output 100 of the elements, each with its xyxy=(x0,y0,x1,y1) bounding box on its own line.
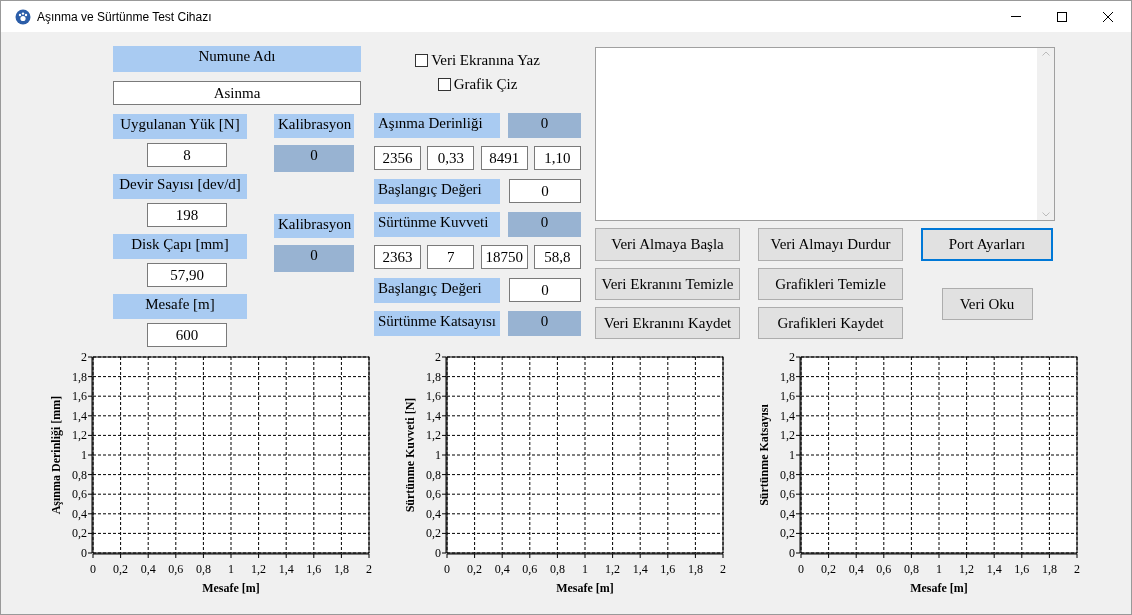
tick-label: 1 xyxy=(228,562,234,576)
calibration-value: 0 xyxy=(274,245,354,272)
measurement-value: 0 xyxy=(508,212,581,237)
action-button[interactable]: Grafikleri Temizle xyxy=(758,268,903,300)
maximize-icon xyxy=(1057,11,1067,22)
axis-title: Mesafe [m] xyxy=(556,581,614,595)
checkbox[interactable]: Grafik Çiz xyxy=(437,74,518,94)
tick-label: 0 xyxy=(789,546,795,560)
axis-title: Mesafe [m] xyxy=(202,581,260,595)
parameter-field[interactable]: 600 xyxy=(147,323,227,347)
axis-title: Mesafe [m] xyxy=(910,581,968,595)
action-button[interactable]: Veri Ekranını Temizle xyxy=(595,268,740,300)
tick-label: 1,6 xyxy=(1014,562,1030,576)
tick-label: 1,4 xyxy=(278,562,294,576)
tick-label: 0,2 xyxy=(426,526,441,541)
baseline-field[interactable]: 0 xyxy=(509,179,581,203)
parameter-field[interactable]: 57,90 xyxy=(147,263,227,287)
scrollbar[interactable] xyxy=(1037,48,1054,220)
tick-label: 0,8 xyxy=(426,467,441,482)
tick-label: 0,8 xyxy=(72,467,87,482)
tick-label: 0,6 xyxy=(876,562,892,576)
reading-field[interactable]: 18750 xyxy=(480,245,528,269)
tick-label: 2 xyxy=(435,351,441,364)
action-button[interactable]: Grafikleri Kaydet xyxy=(758,307,903,339)
coefficient-value: 0 xyxy=(508,311,581,336)
tick-label: 0,8 xyxy=(195,562,211,576)
tick-label: 1,6 xyxy=(660,562,676,576)
tick-label: 1,8 xyxy=(687,562,703,576)
tick-label: 1,4 xyxy=(426,408,441,423)
app-icon xyxy=(15,8,31,25)
tick-label: 1,8 xyxy=(72,369,87,384)
window-title: Aşınma ve Sürtünme Test Cihazı xyxy=(37,8,212,26)
axis-title: Aşınma Derinliği [mm] xyxy=(49,395,63,515)
tick-label: 2 xyxy=(366,562,372,576)
baseline-label: Başlangıç Değeri xyxy=(374,278,500,303)
calibration-label: Kalibrasyon xyxy=(274,214,354,238)
measurement-label: Aşınma Derinliği xyxy=(374,113,500,138)
parameter-label: Uygulanan Yük [N] xyxy=(113,114,247,139)
action-button[interactable]: Veri Oku xyxy=(941,288,1033,320)
parameter-label: Disk Çapı [mm] xyxy=(113,234,247,259)
tick-label: 0 xyxy=(798,562,804,576)
parameter-label: Devir Sayısı [dev/d] xyxy=(113,174,247,199)
tick-label: 0 xyxy=(444,562,450,576)
action-button[interactable]: Veri Ekranını Kaydet xyxy=(595,307,740,339)
tick-label: 0,2 xyxy=(72,526,87,541)
tick-label: 1,8 xyxy=(333,562,349,576)
tick-label: 0,6 xyxy=(780,487,795,502)
tick-label: 2 xyxy=(81,351,87,364)
tick-label: 1 xyxy=(789,448,795,462)
tick-label: 0,2 xyxy=(467,562,483,576)
reading-field[interactable]: 2356 xyxy=(374,146,421,170)
axis-title: Sürtünme Kuvveti [N] xyxy=(403,397,417,513)
checkbox[interactable]: Veri Ekranına Yaz xyxy=(415,50,540,70)
tick-label: 1,2 xyxy=(251,562,267,576)
tick-label: 0 xyxy=(435,546,441,560)
measurement-label: Sürtünme Kuvveti xyxy=(374,212,500,237)
reading-field[interactable]: 8491 xyxy=(480,146,528,170)
reading-field[interactable]: 0,33 xyxy=(427,146,475,170)
tick-label: 0,2 xyxy=(821,562,837,576)
reading-field[interactable]: 1,10 xyxy=(534,146,581,170)
scroll-down-icon xyxy=(1041,212,1050,217)
parameter-field[interactable]: 198 xyxy=(147,203,227,227)
tick-label: 0,8 xyxy=(903,562,919,576)
data-text-area[interactable] xyxy=(595,47,1055,221)
measurement-value: 0 xyxy=(508,113,581,138)
action-button[interactable]: Veri Almayı Durdur xyxy=(758,228,903,261)
tick-label: 1,6 xyxy=(426,389,441,404)
action-button[interactable]: Port Ayarları xyxy=(921,228,1053,261)
calibration-label: Kalibrasyon xyxy=(274,114,354,138)
tick-label: 0,4 xyxy=(494,562,510,576)
tick-label: 0 xyxy=(81,546,87,560)
tick-label: 1,6 xyxy=(306,562,322,576)
baseline-field[interactable]: 0 xyxy=(509,278,581,302)
tick-label: 0,6 xyxy=(168,562,184,576)
tick-label: 1 xyxy=(81,448,87,462)
reading-field[interactable]: 7 xyxy=(427,245,475,269)
tick-label: 0,4 xyxy=(72,506,87,521)
reading-field[interactable]: 58,8 xyxy=(534,245,581,269)
tick-label: 1,2 xyxy=(426,428,441,443)
tick-label: 2 xyxy=(1074,562,1080,576)
action-button[interactable]: Veri Almaya Başla xyxy=(595,228,740,261)
tick-label: 1,6 xyxy=(780,389,795,404)
sample-label: Numune Adı xyxy=(113,46,361,72)
tick-label: 0,4 xyxy=(426,506,441,521)
tick-label: 0,8 xyxy=(549,562,565,576)
parameter-field[interactable]: 8 xyxy=(147,143,227,167)
tick-label: 1,2 xyxy=(72,428,87,443)
scroll-up-icon xyxy=(1041,51,1050,56)
axis-title: Sürtünme Katsayısı xyxy=(757,404,771,506)
reading-field[interactable]: 2363 xyxy=(374,245,421,269)
tick-label: 0,2 xyxy=(113,562,129,576)
tick-label: 0,6 xyxy=(426,487,441,502)
tick-label: 1,2 xyxy=(959,562,975,576)
tick-label: 2 xyxy=(720,562,726,576)
tick-label: 1 xyxy=(435,448,441,462)
tick-label: 1,8 xyxy=(1041,562,1057,576)
tick-label: 0,4 xyxy=(848,562,864,576)
sample-name-field[interactable]: Asinma xyxy=(113,81,361,105)
parameter-label: Mesafe [m] xyxy=(113,294,247,319)
tick-label: 1,6 xyxy=(72,389,87,404)
